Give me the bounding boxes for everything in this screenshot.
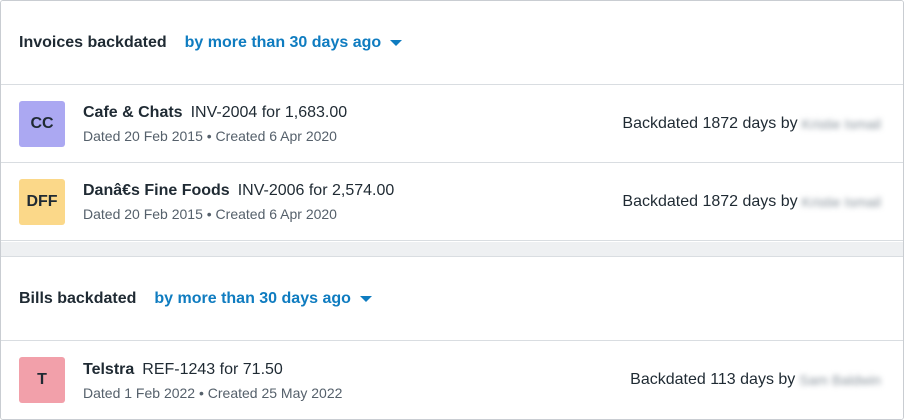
invoices-filter-dropdown[interactable]: by more than 30 days ago [185, 34, 403, 52]
invoice-reference: INV-2006 for 2,574.00 [237, 182, 395, 199]
bill-row[interactable]: T Telstra REF-1243 for 71.50 Dated 1 Feb … [1, 341, 903, 419]
user-name: Kristie Ismail [801, 115, 881, 132]
invoice-dates: Dated 20 Feb 2015 • Created 6 Apr 2020 [83, 128, 337, 144]
backdated-summary: Backdated 1872 days by Kristie Ismail [622, 193, 881, 211]
backdated-text: Backdated 1872 days by [622, 114, 798, 132]
backdated-summary: Backdated 1872 days by Kristie Ismail [622, 115, 881, 133]
backdated-summary: Backdated 113 days by Sam Baldwin [630, 371, 881, 389]
invoice-dates: Dated 20 Feb 2015 • Created 6 Apr 2020 [83, 206, 337, 222]
contact-name: Danâ€s Fine Foods [83, 182, 230, 199]
bills-header: Bills backdated by more than 30 days ago [1, 257, 903, 341]
user-name: Kristie Ismail [801, 193, 881, 210]
backdated-text: Backdated 113 days by [630, 371, 796, 388]
bills-filter-label: by more than 30 days ago [154, 289, 351, 307]
bill-reference: REF-1243 for 71.50 [142, 360, 283, 378]
contact-name: Cafe & Chats [83, 104, 183, 121]
avatar: CC [19, 100, 65, 147]
invoices-header: Invoices backdated by more than 30 days … [1, 1, 903, 85]
invoices-panel: Invoices backdated by more than 30 days … [1, 1, 903, 241]
bills-filter-dropdown[interactable]: by more than 30 days ago [154, 290, 372, 308]
user-name: Sam Baldwin [799, 372, 881, 388]
avatar: T [19, 357, 65, 403]
invoices-filter-label: by more than 30 days ago [184, 33, 382, 51]
bill-dates: Dated 1 Feb 2022 • Created 25 May 2022 [83, 384, 343, 401]
chevron-down-icon [359, 296, 372, 302]
invoice-reference: INV-2004 for 1,683.00 [190, 104, 348, 121]
invoice-info: Cafe & Chats INV-2004 for 1,683.00 Dated … [83, 103, 622, 144]
invoice-row[interactable]: CC Cafe & Chats INV-2004 for 1,683.00 Dat… [1, 85, 903, 163]
bills-panel: Bills backdated by more than 30 days ago… [1, 257, 903, 419]
invoice-row[interactable]: DFF Danâ€s Fine Foods INV-2006 for 2,574.… [1, 163, 903, 241]
bill-info: Telstra REF-1243 for 71.50 Dated 1 Feb 20… [83, 360, 630, 401]
invoice-info: Danâ€s Fine Foods INV-2006 for 2,574.00 D… [83, 181, 622, 222]
chevron-down-icon [390, 40, 403, 46]
bills-title: Bills backdated [19, 289, 137, 307]
backdated-report: Invoices backdated by more than 30 days … [0, 0, 904, 420]
section-divider [1, 242, 903, 257]
invoices-title: Invoices backdated [19, 33, 167, 51]
avatar: DFF [19, 178, 65, 225]
contact-name: Telstra [83, 360, 135, 378]
backdated-text: Backdated 1872 days by [622, 192, 798, 210]
